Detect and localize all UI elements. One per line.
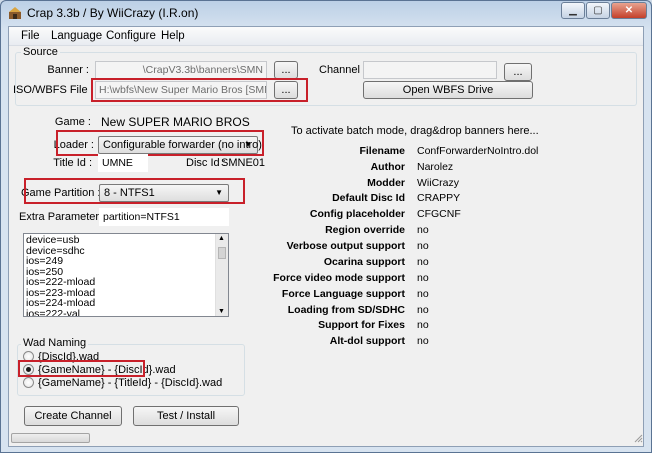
info-value: WiiCrazy (417, 177, 459, 189)
wad-naming-highlight-box (18, 360, 145, 377)
info-value: no (417, 240, 429, 252)
info-value: no (417, 256, 429, 268)
wad-naming-label: Wad Naming (21, 337, 89, 349)
list-item[interactable]: ios=222-yal (24, 308, 228, 316)
minimize-button[interactable]: ▁ (561, 2, 585, 19)
info-label: Verbose output support (286, 240, 405, 252)
info-label: Support for Fixes (318, 319, 405, 331)
menu-language[interactable]: Language (51, 30, 102, 42)
window-title: Crap 3.3b / By WiiCrazy (I.R.on) (27, 6, 199, 20)
info-label: Ocarina support (323, 256, 405, 268)
parameters-listbox[interactable]: device=usb device=sdhc ios=249 ios=250 i… (23, 233, 229, 317)
info-row: Ocarina support (209, 256, 405, 271)
app-icon (9, 7, 21, 19)
info-row: Force Language support (209, 288, 405, 303)
game-name: New SUPER MARIO BROS (101, 115, 250, 129)
info-value: CFGCNF (417, 208, 461, 220)
batch-mode-hint: To activate batch mode, drag&drop banner… (291, 125, 539, 137)
info-row: Loading from SD/SDHC (209, 304, 405, 319)
info-value: no (417, 272, 429, 284)
info-row: Default Disc Id (209, 192, 405, 207)
main-window: Crap 3.3b / By WiiCrazy (I.R.on) ▁ ▢ ✕ F… (0, 0, 652, 453)
title-id-label: Title Id : (53, 157, 92, 169)
maximize-button[interactable]: ▢ (586, 2, 610, 19)
minimize-icon: ▁ (569, 5, 577, 16)
channel-label: Channel : (319, 64, 367, 76)
info-value: no (417, 335, 429, 347)
info-value: Narolez (417, 161, 454, 173)
radio-gamename-titleid-discid[interactable] (23, 377, 34, 388)
info-value: no (417, 319, 429, 331)
title-bar[interactable]: Crap 3.3b / By WiiCrazy (I.R.on) ▁ ▢ ✕ (1, 1, 651, 25)
info-label: Author (370, 161, 405, 173)
info-label: Default Disc Id (332, 192, 405, 204)
info-value: no (417, 224, 429, 236)
banner-label: Banner : (47, 64, 89, 76)
info-row: Filename (209, 145, 405, 160)
iso-file-label: ISO/WBFS File : (13, 84, 94, 96)
info-row: Config placeholder (209, 208, 405, 223)
channel-field[interactable] (363, 61, 497, 79)
list-item[interactable]: ios=249 (24, 256, 228, 267)
resize-grip-icon[interactable] (633, 433, 643, 443)
client-area: File Language Configure Help Source Bann… (8, 26, 644, 447)
info-value: no (417, 288, 429, 300)
info-row: Region override (209, 224, 405, 239)
source-group-label: Source (21, 46, 60, 58)
menu-bar: File Language Configure Help (9, 27, 643, 46)
progress-bar (11, 433, 90, 443)
banner-browse-button[interactable]: ... (274, 61, 298, 79)
info-label: Filename (359, 145, 405, 157)
list-item[interactable]: ios=224-mload (24, 298, 228, 309)
open-wbfs-drive-button[interactable]: Open WBFS Drive (363, 81, 533, 99)
info-label: Config placeholder (309, 208, 405, 220)
radio-gamename-titleid-discid-label[interactable]: {GameName} - {TitleId} - {DiscId}.wad (38, 377, 222, 389)
info-row: Alt-dol support (209, 335, 405, 350)
title-id-field[interactable]: UMNE (98, 154, 148, 172)
list-item[interactable]: device=usb (24, 235, 228, 246)
info-label: Region override (325, 224, 405, 236)
list-item[interactable]: ios=222-mload (24, 277, 228, 288)
info-row: Force video mode support (209, 272, 405, 287)
info-row: Author (209, 161, 405, 176)
maximize-icon: ▢ (593, 5, 603, 16)
menu-configure[interactable]: Configure (106, 30, 156, 42)
info-label: Force Language support (281, 288, 405, 300)
info-value: ConfForwarderNoIntro.dol (417, 145, 539, 157)
info-label: Modder (367, 177, 405, 189)
test-install-button[interactable]: Test / Install (133, 406, 239, 426)
info-row: Support for Fixes (209, 319, 405, 334)
info-value: CRAPPY (417, 192, 461, 204)
create-channel-button[interactable]: Create Channel (24, 406, 122, 426)
close-button[interactable]: ✕ (611, 2, 647, 19)
info-row: Verbose output support (209, 240, 405, 255)
info-label: Alt-dol support (329, 335, 405, 347)
menu-help[interactable]: Help (161, 30, 185, 42)
info-row: Modder (209, 177, 405, 192)
menu-file[interactable]: File (21, 30, 40, 42)
info-value: no (417, 304, 429, 316)
iso-highlight-box (91, 78, 308, 102)
info-label: Loading from SD/SDHC (287, 304, 405, 316)
extra-parameters-label: Extra Parameters : (19, 211, 111, 223)
banner-path-field[interactable]: \CrapV3.3b\banners\SMN (95, 61, 267, 79)
channel-browse-button[interactable]: ... (504, 63, 532, 81)
close-icon: ✕ (624, 5, 634, 16)
game-label: Game : (54, 116, 91, 128)
info-label: Force video mode support (273, 272, 405, 284)
